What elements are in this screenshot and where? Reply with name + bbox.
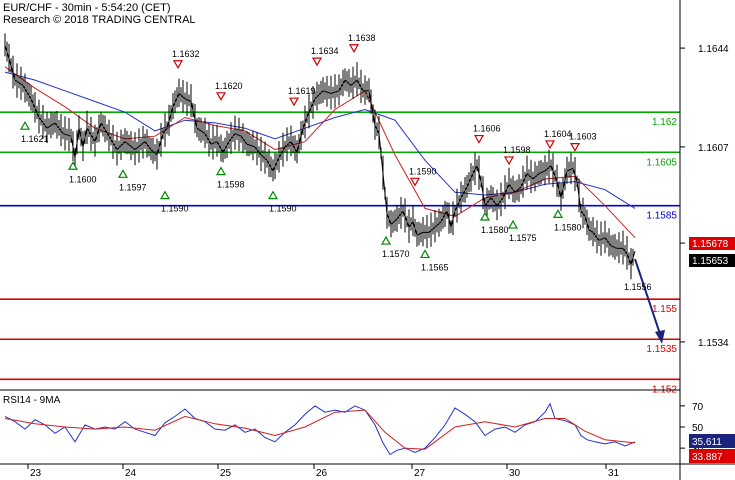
low-label: 1.1580 [554, 222, 582, 232]
high-triangle-icon [473, 134, 485, 144]
x-tick-label: 23 [30, 468, 42, 479]
high-triangle-icon [348, 44, 360, 53]
level-label: 1.1605 [646, 157, 677, 168]
low-label: 1.1590 [269, 204, 297, 214]
high-label: 1.1606 [473, 124, 501, 134]
high-label: 1.1619 [288, 86, 316, 96]
y-tick-label: 1.1607 [698, 143, 729, 154]
price-tag-label: 1.15653 [692, 256, 729, 267]
forecast-arrow-shaft [634, 258, 661, 335]
low-triangle-icon [215, 166, 227, 176]
low-triangle-icon [267, 190, 279, 200]
x-tick-label: 24 [125, 468, 137, 479]
low-label: 1.1600 [69, 174, 97, 184]
x-tick-label: 26 [316, 468, 328, 479]
low-label: 1.1580 [481, 225, 509, 235]
low-label: 1.1598 [217, 180, 245, 190]
level-label: 1.1535 [646, 344, 677, 355]
price-tag-label: 1.15678 [692, 239, 729, 250]
price-bars [4, 33, 634, 280]
level-label: 1.155 [652, 304, 677, 315]
low-triangle-icon [507, 219, 519, 229]
y-tick-label: 1.1534 [698, 338, 729, 349]
price-series [4, 45, 636, 267]
forecast-arrow-head [655, 329, 665, 344]
high-triangle-icon [409, 177, 421, 187]
high-label: 1.1604 [544, 129, 572, 139]
low-label: 1.1575 [509, 233, 537, 243]
high-label: 1.1620 [215, 81, 243, 91]
high-triangle-icon [503, 156, 515, 166]
low-triangle-icon [159, 190, 171, 200]
low-label: 1.1570 [382, 249, 410, 259]
low-triangle-icon [419, 249, 431, 259]
high-triangle-icon [569, 142, 581, 152]
high-label: 1.1603 [569, 132, 597, 142]
chart-canvas: 1.1621.16051.15851.1551.15351.152 1.1621… [0, 0, 735, 480]
low-label: 1.1556 [624, 282, 652, 292]
high-triangle-icon [544, 140, 556, 150]
low-triangle-icon [552, 209, 564, 218]
rsi-tick-label: 50 [692, 423, 704, 434]
high-label: 1.1590 [409, 166, 437, 176]
level-label: 1.162 [652, 117, 677, 128]
level-label: 1.1585 [646, 211, 677, 222]
rsi-tick-label: 70 [692, 402, 704, 413]
low-triangle-icon [117, 169, 129, 178]
chart-container: 1.162 1.1605 1.1585 1.155 1.1535 1.152 1.1621… [0, 0, 735, 480]
y-tick-label: 1.1644 [698, 44, 729, 55]
low-label: 1.1621 [21, 134, 49, 144]
low-triangle-icon [19, 120, 31, 130]
chart-title: EUR/CHF - 30min - 5:54:20 (CET) [3, 2, 171, 14]
x-tick-label: 27 [414, 468, 426, 479]
price-tag-label: 1.15819 [692, 194, 729, 205]
x-tick-label: 25 [220, 468, 232, 479]
low-label: 1.1565 [421, 262, 449, 272]
rsi-ma-label: 33.887 [692, 452, 723, 463]
rsi-value-label: 35.611 [692, 437, 722, 448]
x-tick-label: 30 [509, 468, 521, 479]
low-label: 1.1590 [161, 204, 189, 214]
x-tick-label: 31 [608, 468, 620, 479]
low-triangle-icon [67, 161, 79, 170]
low-label: 1.1597 [119, 182, 147, 192]
high-triangle-icon [215, 92, 227, 102]
low-triangle-icon [479, 211, 491, 221]
high-label: 1.1634 [311, 46, 339, 56]
high-label: 1.1632 [172, 49, 200, 59]
copyright-line: Research © 2018 TRADING CENTRAL [3, 14, 196, 26]
low-triangle-icon [380, 235, 392, 245]
rsi-title: RSI14 - 9MA [3, 395, 61, 406]
high-triangle-icon [288, 97, 300, 107]
high-label: 1.1598 [503, 145, 531, 155]
high-label: 1.1638 [348, 33, 376, 43]
high-triangle-icon [172, 60, 184, 69]
high-triangle-icon [311, 57, 323, 67]
